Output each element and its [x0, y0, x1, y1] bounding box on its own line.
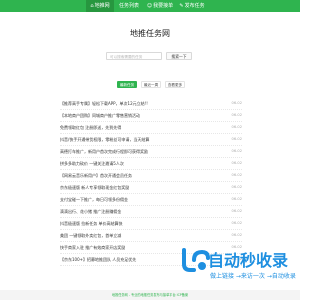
- item-date: 06-02: [231, 185, 242, 189]
- item-title[interactable]: 【本地商户团购】同城商户推广零售营销活动: [60, 113, 210, 119]
- tab-latest[interactable]: 最新任务: [117, 81, 137, 88]
- list-item[interactable]: 抖音极速版 拉新任务 单价高结算快 06-02: [60, 218, 242, 230]
- footer: 地推任务网 - 专业的地推任务发布与接单平台 ICP备案: [0, 290, 300, 300]
- item-date: 06-02: [231, 137, 242, 141]
- search-button[interactable]: 搜索一下: [166, 52, 192, 60]
- list-item[interactable]: 美团 一键领取外卖红包，首单立减 06-02: [60, 230, 242, 242]
- list-item[interactable]: 免费领取红包 注册即送，先到先得 06-02: [60, 122, 242, 134]
- list-item[interactable]: 拼多多助力砍价 一键关注邀请5人次 06-02: [60, 158, 242, 170]
- home-icon: ⌂: [90, 3, 94, 9]
- nav-item-publish[interactable]: ✎发布任务: [178, 0, 206, 12]
- nav-item-home[interactable]: ⌂地推网: [86, 0, 114, 12]
- nav-item-accept[interactable]: ☺我要接单: [146, 0, 174, 12]
- tab-week[interactable]: 最近一周: [141, 81, 161, 88]
- nav-label: 我要接单: [153, 3, 174, 9]
- nav-label: 任务列表: [118, 3, 139, 9]
- item-date: 06-02: [231, 101, 242, 105]
- list-item[interactable]: 支付宝碰一下推广，每日可领多份佣金 06-02: [60, 194, 242, 206]
- nav-label: 地推网: [94, 3, 110, 9]
- watermark-subtitle: 做上链接 →来访一次 →自动收录: [210, 273, 296, 280]
- user-icon: ☺: [146, 3, 153, 9]
- item-title[interactable]: 抖音极速版 拉新任务 单价高结算快: [60, 221, 210, 227]
- item-title[interactable]: 京东极速版 新人专享领取现金红包奖励: [60, 185, 210, 191]
- list-item[interactable]: 高德打车推广，新用户首次完成行程即可获得奖励 06-02: [60, 146, 242, 158]
- item-date: 06-02: [231, 197, 242, 201]
- item-date: 06-02: [231, 149, 242, 153]
- watermark-title: 自动秒收录: [208, 251, 289, 270]
- list-item[interactable]: 【本地商户团购】同城商户推广零售营销活动 06-02: [60, 110, 242, 122]
- search-input[interactable]: 可以搜索需要的任务: [106, 52, 162, 60]
- item-date: 06-02: [231, 233, 242, 237]
- top-nav: ⌂地推网 任务列表 ☺我要接单 ✎发布任务: [0, 0, 300, 12]
- item-date: 06-02: [231, 221, 242, 225]
- item-title[interactable]: 高德打车推广，新用户首次完成行程即可获得奖励: [60, 149, 210, 155]
- item-title[interactable]: 【网易云音乐新用户】首次开通会员任务: [60, 173, 210, 179]
- list-item[interactable]: 滴滴出行、花小猪 推广注册赚佣金 06-02: [60, 206, 242, 218]
- tab-more[interactable]: 查看更多: [165, 81, 185, 88]
- item-date: 06-02: [231, 173, 242, 177]
- item-title[interactable]: 【推荐高手专属】轻松下载APP，单次12元立结!!: [60, 101, 210, 107]
- item-date: 06-02: [231, 209, 242, 213]
- item-title[interactable]: 美团 一键领取外卖红包，首单立减: [60, 233, 210, 239]
- nav-label: 发布任务: [184, 3, 205, 9]
- item-date: 06-02: [231, 125, 242, 129]
- list-item[interactable]: 【网易云音乐新用户】首次开通会员任务 06-02: [60, 170, 242, 182]
- item-date: 06-02: [231, 161, 242, 165]
- list-item[interactable]: 抖音/快手开通带货权限，零粉丝可申请，当天结算 06-02: [60, 134, 242, 146]
- item-title[interactable]: 抖音/快手开通带货权限，零粉丝可申请，当天结算: [60, 137, 210, 143]
- item-title[interactable]: 支付宝碰一下推广，每日可领多份佣金: [60, 197, 210, 203]
- item-title[interactable]: 拼多多助力砍价 一键关注邀请5人次: [60, 161, 210, 167]
- site-title: 地推任务网: [130, 29, 170, 38]
- logo-icon: [182, 248, 210, 272]
- watermark: 自动秒收录 做上链接 →来访一次 →自动收录: [180, 246, 300, 282]
- item-date: 06-02: [231, 113, 242, 117]
- edit-icon: ✎: [179, 3, 184, 9]
- item-title[interactable]: 免费领取红包 注册即送，先到先得: [60, 125, 210, 131]
- list-item[interactable]: 京东极速版 新人专享领取现金红包奖励 06-02: [60, 182, 242, 194]
- item-title[interactable]: 滴滴出行、花小猪 推广注册赚佣金: [60, 209, 210, 215]
- list-item[interactable]: 【推荐高手专属】轻松下载APP，单次12元立结!! 06-02: [60, 98, 242, 110]
- nav-item-tasks[interactable]: 任务列表: [116, 0, 142, 12]
